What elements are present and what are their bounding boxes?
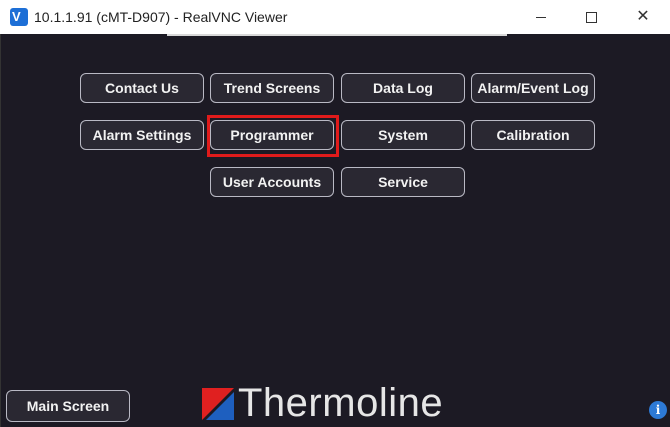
remote-screen[interactable]: Contact Us Trend Screens Data Log Alarm/… (0, 34, 670, 427)
info-icon[interactable]: i (649, 401, 667, 419)
close-button[interactable]: ✕ (620, 0, 666, 34)
trend-screens-button[interactable]: Trend Screens (210, 73, 334, 103)
top-strip (167, 34, 507, 36)
programmer-highlight (207, 115, 339, 157)
main-screen-button[interactable]: Main Screen (6, 390, 130, 422)
contact-us-button[interactable]: Contact Us (80, 73, 204, 103)
maximize-icon (585, 11, 597, 23)
thermoline-logo: Thermoline (202, 381, 474, 425)
minimize-icon (536, 16, 546, 18)
maximize-button[interactable] (568, 0, 614, 34)
service-button[interactable]: Service (341, 167, 465, 197)
title-bar: V 10.1.1.91 (cMT-D907) - RealVNC Viewer … (0, 0, 670, 34)
window-title: 10.1.1.91 (cMT-D907) - RealVNC Viewer (34, 9, 288, 25)
calibration-button[interactable]: Calibration (471, 120, 595, 150)
logo-text: Thermoline (238, 381, 444, 425)
minimize-button[interactable] (518, 0, 564, 34)
alarm-settings-button[interactable]: Alarm Settings (80, 120, 204, 150)
system-button[interactable]: System (341, 120, 465, 150)
data-log-button[interactable]: Data Log (341, 73, 465, 103)
close-icon: ✕ (636, 8, 650, 25)
thermoline-logo-icon (202, 388, 234, 420)
user-accounts-button[interactable]: User Accounts (210, 167, 334, 197)
alarm-event-log-button[interactable]: Alarm/Event Log (471, 73, 595, 103)
realvnc-icon: V (10, 8, 28, 26)
